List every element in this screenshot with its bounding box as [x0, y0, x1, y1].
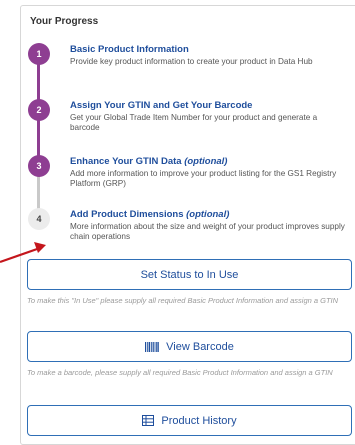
step-2: Assign Your GTIN and Get Your Barcode Ge… — [70, 100, 348, 133]
step-4: Add Product Dimensions (optional) More i… — [70, 209, 348, 242]
step-2-title-text: Assign Your GTIN and Get Your Barcode — [70, 100, 253, 111]
step-3-title-text: Enhance Your GTIN Data — [70, 156, 182, 167]
timeline-connector — [37, 62, 40, 104]
step-2-title[interactable]: Assign Your GTIN and Get Your Barcode — [70, 100, 348, 112]
step-3: Enhance Your GTIN Data (optional) Add mo… — [70, 156, 348, 189]
product-history-button[interactable]: Product History — [27, 405, 352, 436]
step-4-optional-tag: (optional) — [186, 209, 230, 220]
step-4-title[interactable]: Add Product Dimensions (optional) — [70, 209, 348, 221]
step-1-indicator: 1 — [28, 43, 50, 65]
step-4-title-text: Add Product Dimensions — [70, 209, 184, 220]
barcode-icon — [145, 341, 160, 352]
set-status-note: To make this "In Use" please supply all … — [27, 296, 339, 305]
step-2-indicator: 2 — [28, 99, 50, 121]
step-3-title[interactable]: Enhance Your GTIN Data (optional) — [70, 156, 348, 168]
view-barcode-button[interactable]: View Barcode — [27, 331, 352, 362]
set-status-in-use-label: Set Status to In Use — [140, 268, 239, 281]
step-2-description: Get your Global Trade Item Number for yo… — [70, 113, 318, 132]
table-icon — [142, 415, 155, 426]
progress-title: Your Progress — [30, 16, 99, 27]
step-3-description: Add more information to improve your pro… — [70, 169, 337, 188]
set-status-in-use-button[interactable]: Set Status to In Use — [27, 259, 352, 290]
timeline-connector — [37, 174, 40, 212]
step-3-indicator: 3 — [28, 155, 50, 177]
step-4-description: More information about the size and weig… — [70, 222, 345, 241]
step-1: Basic Product Information Provide key pr… — [70, 44, 348, 67]
step-3-optional-tag: (optional) — [184, 156, 228, 167]
timeline-connector — [37, 118, 40, 160]
step-1-description: Provide key product information to creat… — [70, 57, 313, 66]
view-barcode-note: To make a barcode, please supply all req… — [27, 368, 333, 377]
product-history-label: Product History — [161, 414, 237, 427]
view-barcode-label: View Barcode — [166, 340, 234, 353]
step-1-title[interactable]: Basic Product Information — [70, 44, 348, 56]
step-1-title-text: Basic Product Information — [70, 44, 189, 55]
